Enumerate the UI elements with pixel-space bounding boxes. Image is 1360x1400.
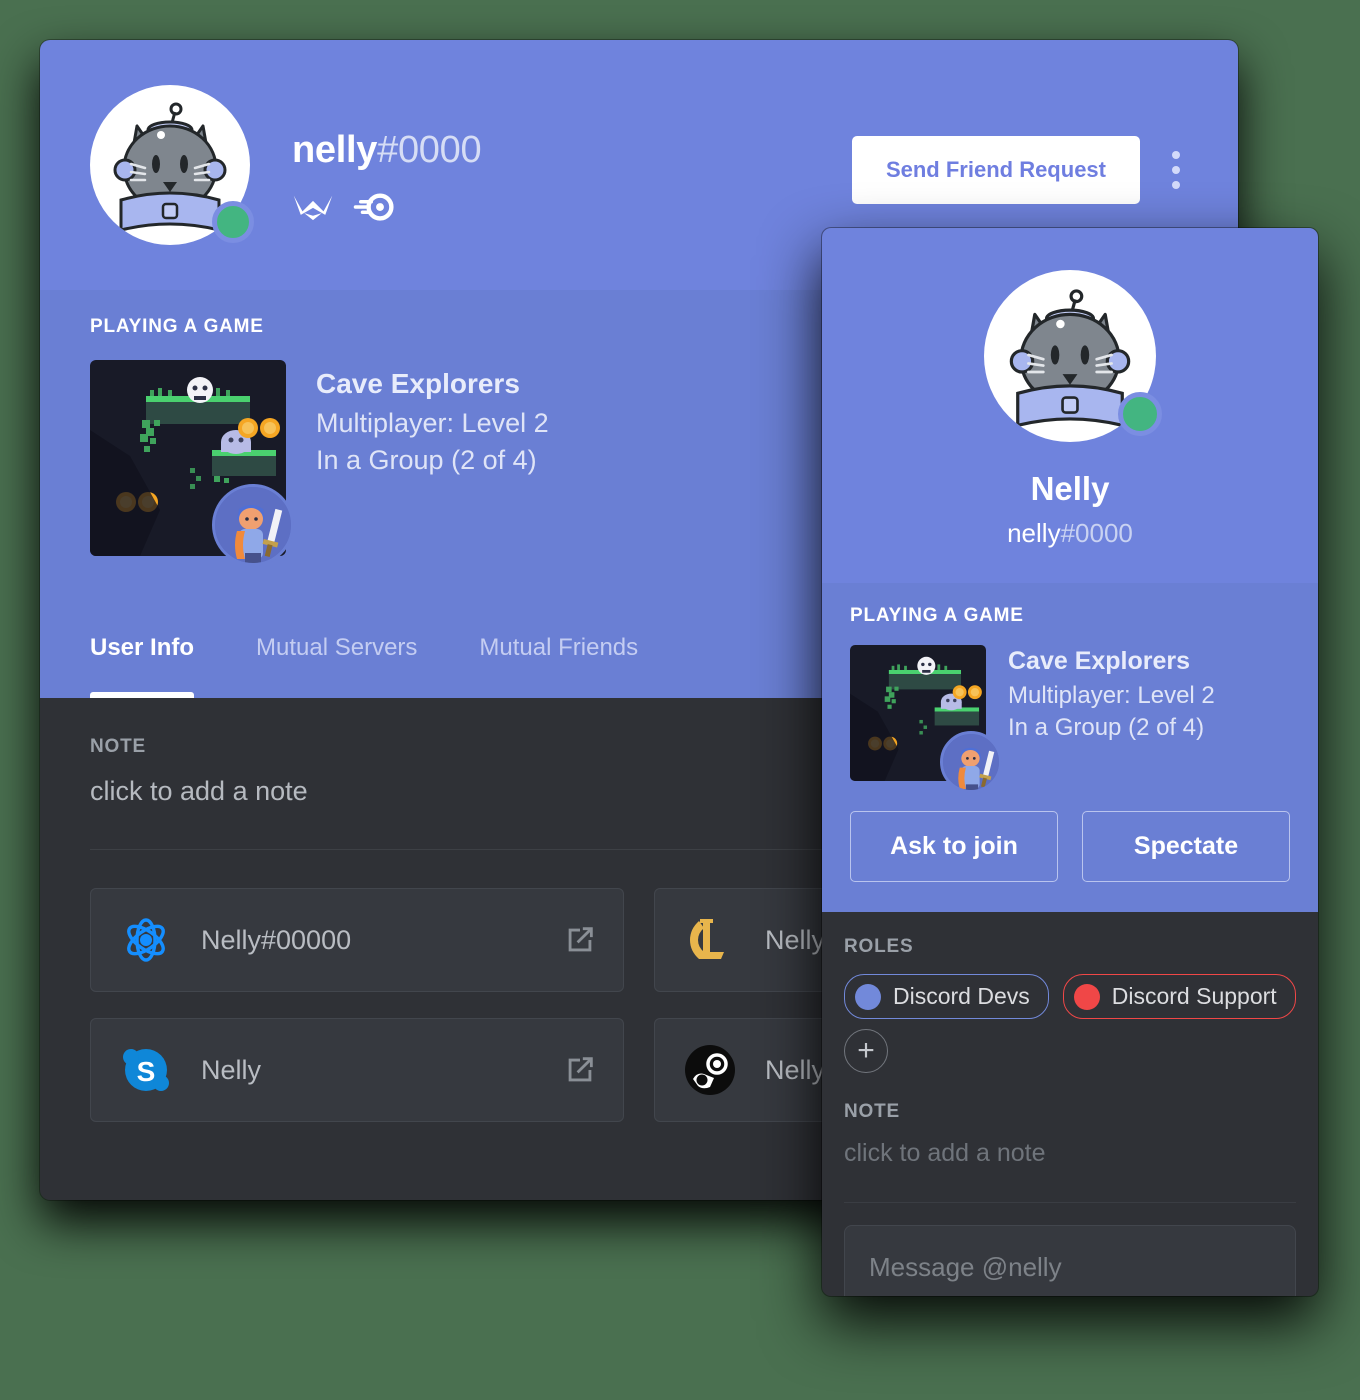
explorer-character-icon <box>215 487 291 563</box>
game-title: Cave Explorers <box>316 368 520 399</box>
mini-username-tag: nelly#0000 <box>822 518 1318 549</box>
hypesquad-badge-icon[interactable] <box>292 192 334 222</box>
connection-name: Nelly#00000 <box>201 924 352 955</box>
role-color-dot <box>855 983 881 1010</box>
username-text: nelly <box>292 129 378 171</box>
external-link-icon[interactable] <box>563 1053 597 1087</box>
status-dot-online <box>212 201 254 243</box>
game-detail-line-2: In a Group (2 of 4) <box>316 445 537 475</box>
mini-game-player-avatar <box>940 731 1002 793</box>
more-vertical-icon[interactable] <box>1166 145 1186 195</box>
role-name: Discord Support <box>1111 983 1277 1009</box>
send-friend-request-button[interactable]: Send Friend Request <box>851 136 1140 204</box>
ask-to-join-button[interactable]: Ask to join <box>850 811 1058 882</box>
role-pill-discord-devs[interactable]: Discord Devs <box>844 974 1049 1019</box>
avatar[interactable] <box>90 85 254 245</box>
profile-badges <box>292 192 481 222</box>
add-role-button[interactable]: + <box>844 1029 888 1073</box>
game-player-avatar <box>212 484 294 566</box>
mini-profile-popout: Nelly nelly#0000 PLAYING A GAME Cave Exp… <box>822 228 1318 1296</box>
profile-username: nelly#0000 <box>292 129 482 172</box>
game-artwork <box>90 360 294 566</box>
mini-note-input[interactable]: click to add a note <box>844 1139 1296 1168</box>
skype-icon: S <box>117 1041 175 1099</box>
tab-mutual-servers[interactable]: Mutual Servers <box>256 634 417 698</box>
role-name: Discord Devs <box>893 983 1030 1009</box>
steam-icon <box>681 1041 739 1099</box>
mini-game-activity-text: Cave Explorers Multiplayer: Level 2 In a… <box>1008 645 1215 781</box>
mini-game-artwork <box>850 645 1002 793</box>
mini-game-title: Cave Explorers <box>1008 647 1191 675</box>
banner-actions: Send Friend Request <box>851 136 1186 204</box>
game-detail-line-1: Multiplayer: Level 2 <box>316 408 549 438</box>
explorer-character-icon <box>943 734 999 790</box>
role-color-dot <box>1073 983 1100 1010</box>
mini-playing-a-game-section: PLAYING A GAME Cave Explorers Multiplaye… <box>822 583 1318 912</box>
profile-identity: nelly#0000 <box>292 85 482 290</box>
league-of-legends-icon <box>681 911 739 969</box>
mini-game-detail-line-2: In a Group (2 of 4) <box>1008 714 1205 741</box>
discriminator-text: #0000 <box>377 129 482 171</box>
mini-note-divider <box>844 1202 1296 1203</box>
external-link-icon[interactable] <box>563 923 597 957</box>
mini-playing-a-game-label: PLAYING A GAME <box>850 605 1024 626</box>
spectate-button[interactable]: Spectate <box>1082 811 1290 882</box>
mini-username-text: nelly <box>1007 518 1061 548</box>
tab-mutual-friends[interactable]: Mutual Friends <box>479 634 638 698</box>
roles-label: ROLES <box>844 936 914 957</box>
mini-profile-header: Nelly nelly#0000 <box>822 228 1318 583</box>
role-pill-discord-support[interactable]: Discord Support <box>1062 974 1296 1019</box>
connection-card-skype[interactable]: S Nelly <box>90 1018 624 1122</box>
screenshot-stage: nelly#0000 Send Friend Request PLAYING A… <box>0 0 1360 1400</box>
game-action-buttons: Ask to join Spectate <box>850 811 1290 882</box>
mini-profile-body: ROLES Discord Devs Discord Support + NOT… <box>822 912 1318 1296</box>
tab-user-info[interactable]: User Info <box>90 634 195 698</box>
mini-game-detail-line-1: Multiplayer: Level 2 <box>1008 682 1215 709</box>
battlenet-icon <box>117 911 175 969</box>
mini-avatar[interactable] <box>984 270 1162 442</box>
nitro-boost-badge-icon[interactable] <box>352 192 394 222</box>
roles-list: Discord Devs Discord Support <box>844 974 1296 1019</box>
status-dot-online <box>1118 392 1162 436</box>
connection-name: Nelly <box>201 1054 262 1085</box>
mini-game-activity-row: Cave Explorers Multiplayer: Level 2 In a… <box>850 645 1290 793</box>
mini-display-name: Nelly <box>1030 470 1110 507</box>
connection-card-battlenet[interactable]: Nelly#00000 <box>90 888 624 992</box>
mini-discriminator-text: #0000 <box>1060 518 1133 548</box>
mini-note-label: NOTE <box>844 1101 900 1122</box>
svg-text:S: S <box>137 1056 156 1087</box>
game-activity-text: Cave Explorers Multiplayer: Level 2 In a… <box>316 360 549 556</box>
message-input[interactable]: Message @nelly <box>844 1225 1296 1296</box>
